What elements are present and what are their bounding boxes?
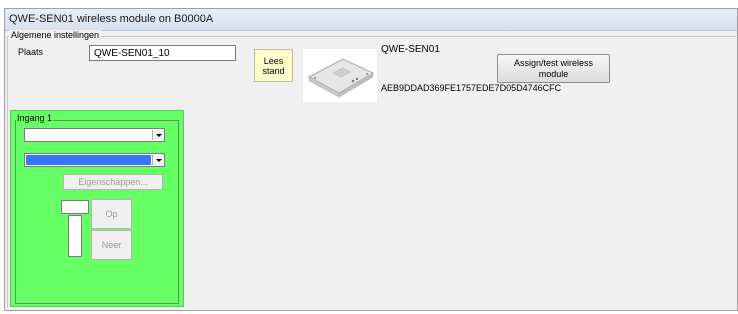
chevron-down-icon[interactable] xyxy=(152,130,163,140)
lees-stand-line2: stand xyxy=(262,65,285,76)
eigenschappen-button[interactable]: Eigenschappen... xyxy=(63,174,163,190)
plaats-label: Plaats xyxy=(18,47,44,57)
device-name: QWE-SEN01 xyxy=(381,44,440,55)
assign-line2: module xyxy=(538,68,569,79)
title-bar: QWE-SEN01 wireless module on B0000A xyxy=(5,9,737,31)
neer-button[interactable]: Neer xyxy=(91,230,132,260)
assign-test-wireless-button[interactable]: Assign/test wireless module xyxy=(497,54,610,83)
ingang-panel: Ingang 1 Eigenschappen... Op Neer xyxy=(10,110,184,307)
general-settings-legend: Algemene instellingen xyxy=(9,30,102,40)
level-slider[interactable] xyxy=(68,215,82,257)
assign-line1: Assign/test wireless xyxy=(513,57,594,68)
sensor-module-image xyxy=(303,49,377,102)
lees-stand-line1: Lees xyxy=(263,55,284,66)
op-button[interactable]: Op xyxy=(91,199,132,229)
ingang-type-select[interactable] xyxy=(24,128,165,142)
sensor-module-icon xyxy=(307,58,375,98)
value-field[interactable] xyxy=(61,200,89,214)
ingang-function-select[interactable] xyxy=(24,153,165,167)
lees-stand-button[interactable]: Lees stand xyxy=(254,49,293,82)
ingang-legend: Ingang 1 xyxy=(16,113,54,123)
plaats-input[interactable] xyxy=(89,45,236,61)
device-id: AEB9DDAD369FE1757EDE7D05D4746CFC xyxy=(381,83,562,93)
window-title: QWE-SEN01 wireless module on B0000A xyxy=(9,13,214,25)
ingang-function-selected-highlight xyxy=(26,155,151,165)
chevron-down-icon[interactable] xyxy=(152,155,163,165)
